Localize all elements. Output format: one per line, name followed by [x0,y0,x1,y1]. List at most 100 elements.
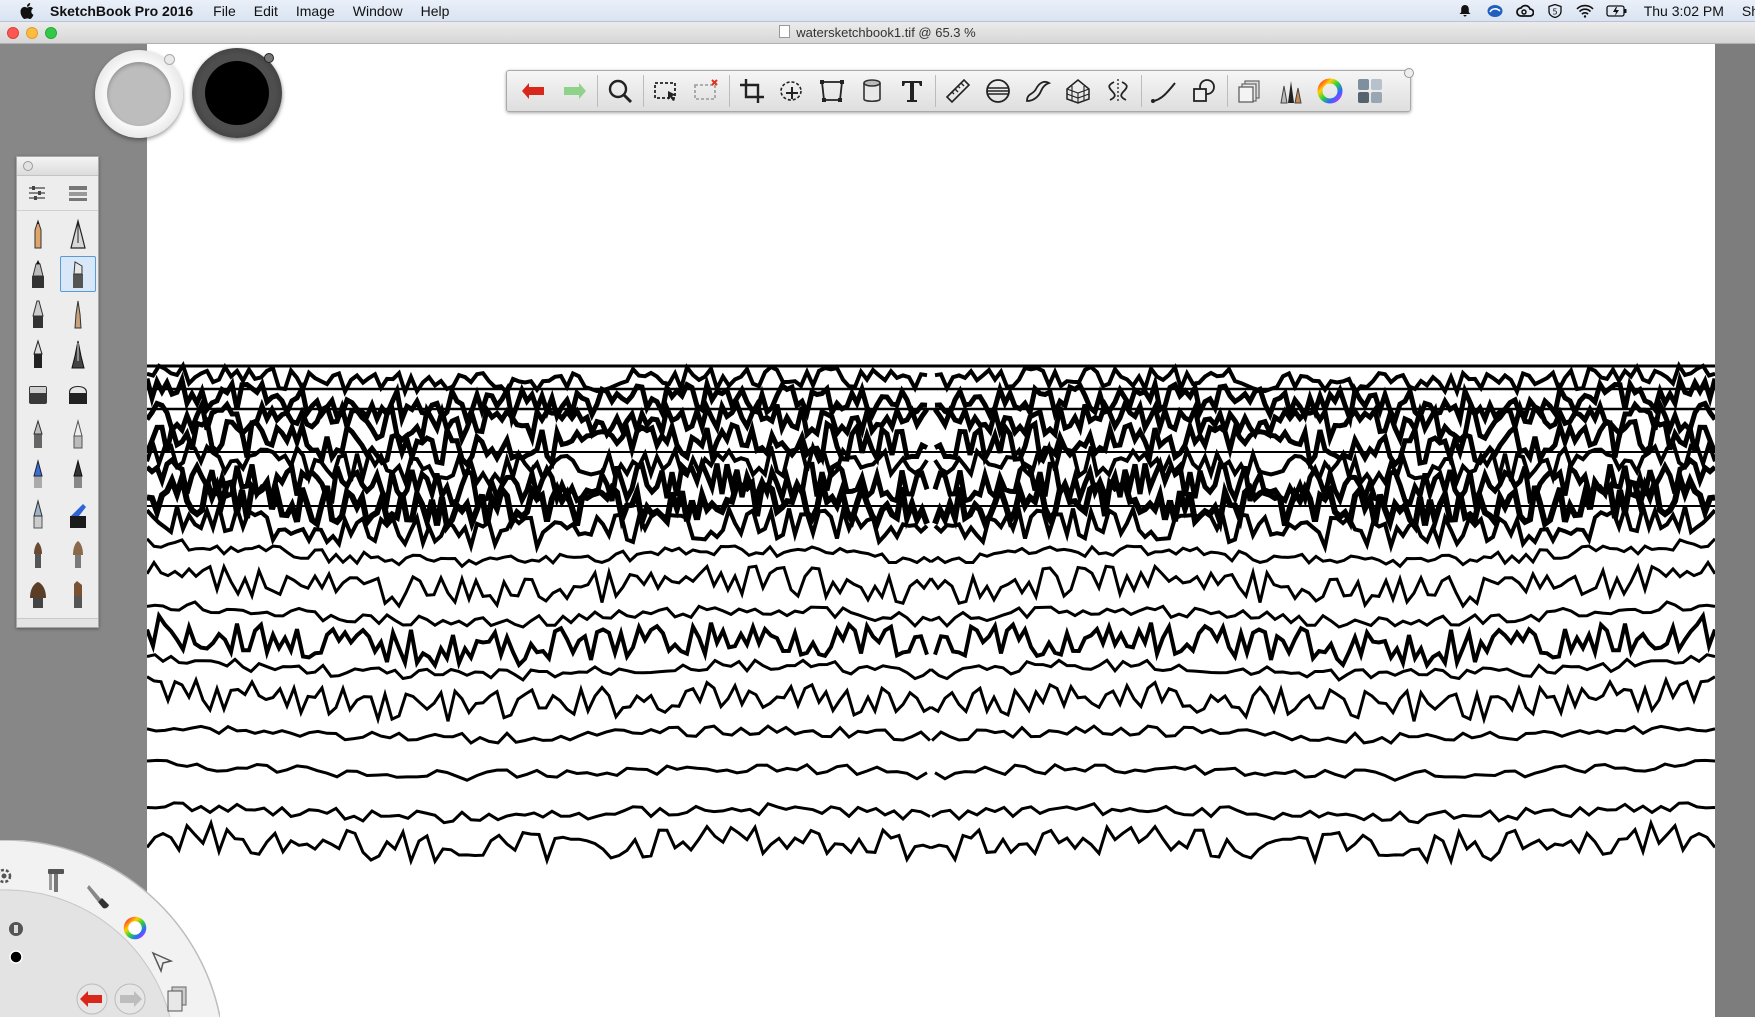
texture-brush-icon [74,581,82,608]
dark-marker-brush[interactable] [58,454,98,494]
dark-marker-icon [73,459,83,488]
select-arrow-icon[interactable] [150,950,174,974]
french-curve-button[interactable] [1021,74,1055,108]
brush-tool-icon[interactable] [86,882,112,910]
marker-icon [32,260,44,288]
flat-brush[interactable] [18,534,58,574]
wide-brush[interactable] [18,574,58,614]
layers-button[interactable] [1233,74,1267,108]
distort-button[interactable] [815,74,849,108]
ink-pen-brush[interactable] [58,334,98,374]
menu-window[interactable]: Window [353,3,403,19]
menu-edit[interactable]: Edit [254,3,278,19]
chisel-marker-brush[interactable] [60,256,96,292]
zoom-button[interactable] [603,74,637,108]
felt-pen-brush[interactable] [18,294,58,334]
texture-brush[interactable] [58,574,98,614]
undo-icon [522,83,544,99]
blue-ink-brush[interactable] [58,494,98,534]
color-puck-secondary[interactable] [95,50,183,138]
brush-library-icon[interactable] [67,182,89,204]
airbrush-brush[interactable] [18,374,58,414]
brush-palette-header[interactable] [17,157,98,176]
water-reflection-artwork [147,361,1715,866]
svg-text:5: 5 [1552,8,1557,17]
text-icon [902,81,922,102]
puck-knob[interactable] [264,53,274,63]
distort-icon [820,80,844,102]
silver-pen-brush[interactable] [18,494,58,534]
wifi-icon[interactable] [1576,4,1594,18]
water-stroke [930,818,1715,866]
eraser-brush[interactable] [58,374,98,414]
pencil-brush[interactable] [18,214,58,254]
deselect-icon [694,79,718,100]
secondary-color-swatch [107,62,171,126]
round-brush[interactable] [58,534,98,574]
fill-button[interactable] [855,74,889,108]
close-window-button[interactable] [7,27,19,39]
lagoon-color-wheel-icon[interactable] [122,915,148,941]
symmetry-button[interactable] [1101,74,1135,108]
pencil-icon [34,219,42,249]
creative-cloud-icon[interactable] [1515,4,1534,18]
stroke-button[interactable] [1147,74,1181,108]
ruler-button[interactable] [941,74,975,108]
fine-pen-brush[interactable] [18,334,58,374]
toolbar-collapse-knob[interactable] [1404,68,1414,78]
hard-pencil-brush[interactable] [58,414,98,454]
toolbar-divider [935,75,936,107]
crop-button[interactable] [735,74,769,108]
palette-close-button[interactable] [23,161,33,171]
color-puck-primary[interactable] [192,48,282,138]
lagoon-redo-icon[interactable] [112,983,148,1015]
notification-bell-icon[interactable] [1456,4,1474,18]
shapes-button[interactable] [1187,74,1221,108]
brush-properties-icon[interactable] [26,182,48,204]
deselect-button[interactable] [689,74,723,108]
tools-hammer-icon[interactable] [44,866,68,894]
airbrush-icon [29,386,47,404]
lasso-transform-button[interactable] [775,74,809,108]
blue-ink-icon [70,504,86,528]
brushes-button[interactable] [1273,74,1307,108]
clock[interactable]: Thu 3:02 PM [1644,3,1724,19]
app-menu[interactable]: SketchBook Pro 2016 [50,3,193,19]
apple-logo-icon[interactable] [20,2,34,19]
water-stroke [147,801,931,825]
menu-file[interactable]: File [213,3,236,19]
drawing-canvas[interactable] [147,44,1715,1017]
stroke-icon [1151,82,1176,103]
lagoon-undo-icon[interactable] [74,983,110,1015]
undo-button[interactable] [517,74,551,108]
shield-5-icon[interactable]: 5 [1546,4,1564,18]
puck-knob[interactable] [164,54,175,65]
water-stroke [934,758,1715,782]
ballpoint-brush[interactable] [58,294,98,334]
blue-marker-icon [33,459,43,488]
menu-help[interactable]: Help [421,3,450,19]
technical-pen-icon [70,218,86,249]
color-dot-icon[interactable] [9,950,23,964]
color-editor-button[interactable] [1313,74,1347,108]
perspective-button[interactable] [1061,74,1095,108]
brush-size-icon[interactable] [8,920,24,938]
text-button[interactable] [895,74,929,108]
hard-pencil-icon [73,419,83,449]
rect-select-button[interactable] [649,74,683,108]
settings-gear-icon[interactable] [0,866,14,886]
battery-charging-icon[interactable] [1606,4,1628,18]
user-name[interactable]: Sh [1742,3,1755,19]
redo-button[interactable] [557,74,591,108]
lagoon-layers-icon[interactable] [164,985,190,1013]
minimize-window-button[interactable] [26,27,38,39]
copic-library-button[interactable] [1353,74,1387,108]
technical-pen-brush[interactable] [58,214,98,254]
app-swirl-icon[interactable] [1486,4,1504,18]
zoom-window-button[interactable] [45,27,57,39]
marker-brush[interactable] [18,254,58,294]
blue-marker-brush[interactable] [18,454,58,494]
soft-pencil-brush[interactable] [18,414,58,454]
menu-image[interactable]: Image [296,3,335,19]
ellipse-button[interactable] [981,74,1015,108]
